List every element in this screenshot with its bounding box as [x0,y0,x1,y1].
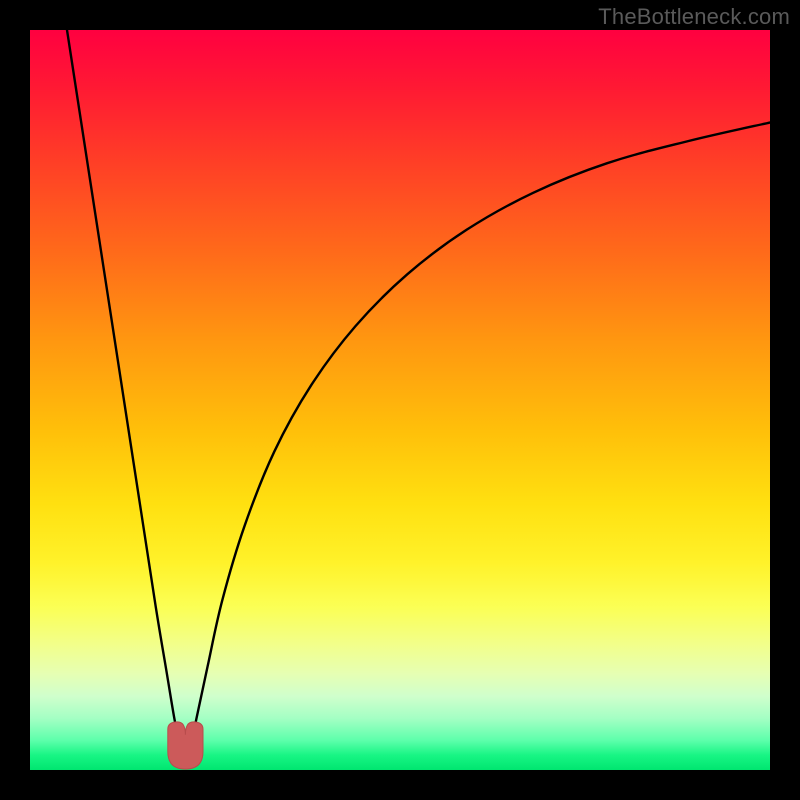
curve-right-branch [191,123,770,748]
minimum-marker [168,722,203,769]
plot-area [30,30,770,770]
chart-svg [30,30,770,770]
watermark-text: TheBottleneck.com [598,4,790,30]
chart-frame: TheBottleneck.com [0,0,800,800]
curve-left-branch [67,30,180,748]
